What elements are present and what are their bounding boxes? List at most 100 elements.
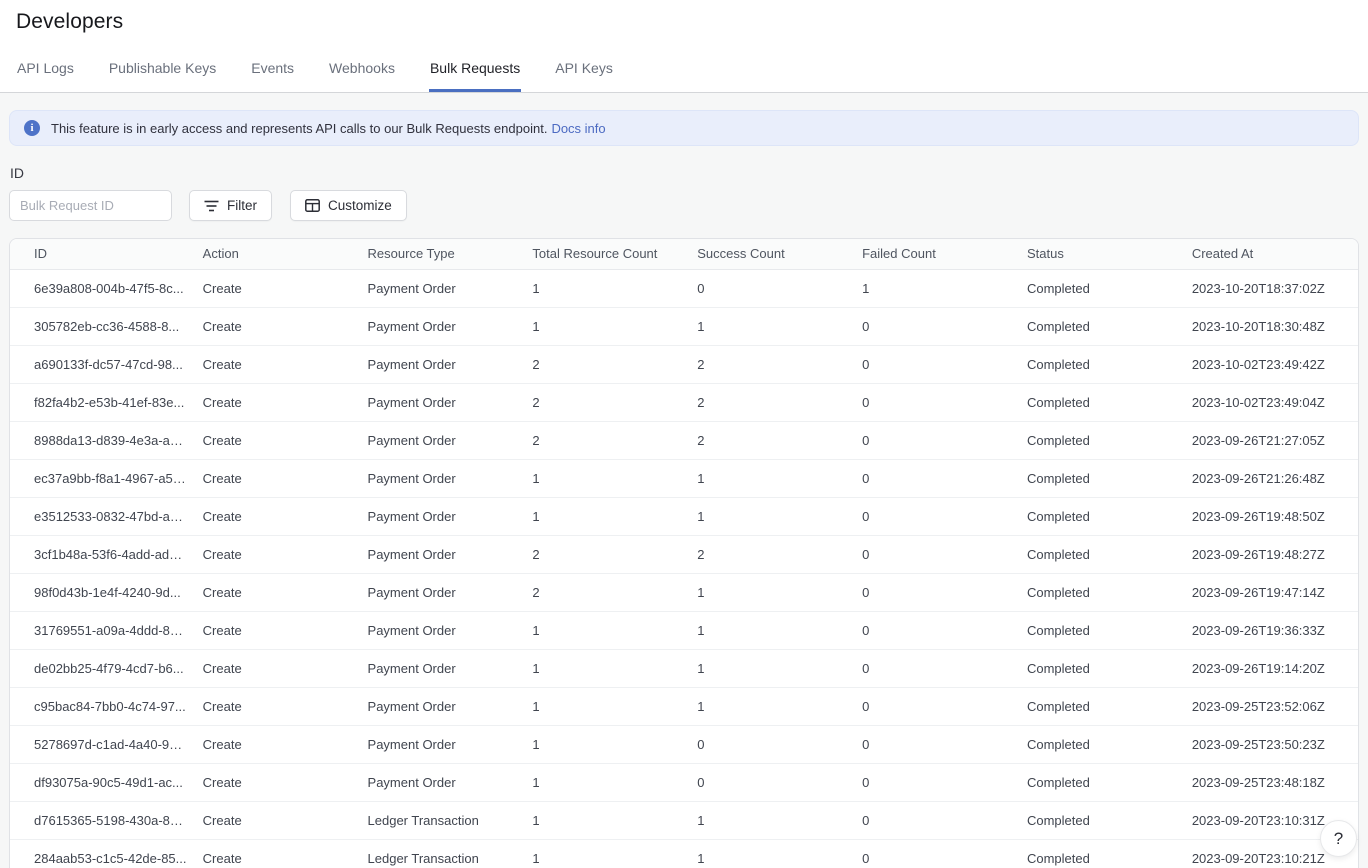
- table-cell: de02bb25-4f79-4cd7-b6...: [10, 649, 195, 687]
- tab-webhooks[interactable]: Webhooks: [328, 56, 396, 92]
- table-cell: 2023-10-02T23:49:42Z: [1184, 345, 1358, 383]
- docs-info-link[interactable]: Docs info: [551, 121, 605, 136]
- column-header: Status: [1019, 239, 1184, 269]
- table-cell: Payment Order: [360, 421, 525, 459]
- table-row[interactable]: ec37a9bb-f8a1-4967-a5a...CreatePayment O…: [10, 459, 1358, 497]
- table-cell: Create: [195, 611, 360, 649]
- table-cell: f82fa4b2-e53b-41ef-83e...: [10, 383, 195, 421]
- tab-api-logs[interactable]: API Logs: [16, 56, 75, 92]
- table-columns-icon: [305, 199, 320, 212]
- table-cell: 1: [854, 269, 1019, 307]
- table-cell: 0: [689, 763, 854, 801]
- table-cell: 2: [524, 345, 689, 383]
- column-header: Failed Count: [854, 239, 1019, 269]
- customize-button[interactable]: Customize: [290, 190, 407, 221]
- column-header: Created At: [1184, 239, 1358, 269]
- table-row[interactable]: e3512533-0832-47bd-a3...CreatePayment Or…: [10, 497, 1358, 535]
- table-cell: 305782eb-cc36-4588-8...: [10, 307, 195, 345]
- table-row[interactable]: 31769551-a09a-4ddd-86...CreatePayment Or…: [10, 611, 1358, 649]
- table-cell: c95bac84-7bb0-4c74-97...: [10, 687, 195, 725]
- table-cell: Completed: [1019, 269, 1184, 307]
- tab-api-keys[interactable]: API Keys: [554, 56, 614, 92]
- table-cell: Create: [195, 573, 360, 611]
- table-cell: Payment Order: [360, 497, 525, 535]
- table-cell: 1: [689, 459, 854, 497]
- table-cell: Completed: [1019, 307, 1184, 345]
- table-row[interactable]: 8988da13-d839-4e3a-ac...CreatePayment Or…: [10, 421, 1358, 459]
- table-cell: Create: [195, 649, 360, 687]
- table-row[interactable]: 98f0d43b-1e4f-4240-9d...CreatePayment Or…: [10, 573, 1358, 611]
- table-cell: Completed: [1019, 801, 1184, 839]
- table-cell: 1: [524, 497, 689, 535]
- table-cell: Completed: [1019, 611, 1184, 649]
- table-cell: 1: [524, 307, 689, 345]
- table-row[interactable]: 305782eb-cc36-4588-8...CreatePayment Ord…: [10, 307, 1358, 345]
- table-row[interactable]: de02bb25-4f79-4cd7-b6...CreatePayment Or…: [10, 649, 1358, 687]
- customize-button-label: Customize: [328, 198, 392, 213]
- filter-button[interactable]: Filter: [189, 190, 272, 221]
- table-cell: df93075a-90c5-49d1-ac...: [10, 763, 195, 801]
- page-title: Developers: [16, 10, 1352, 34]
- table-cell: 1: [689, 801, 854, 839]
- table-cell: Payment Order: [360, 307, 525, 345]
- table-row[interactable]: f82fa4b2-e53b-41ef-83e...CreatePayment O…: [10, 383, 1358, 421]
- table-row[interactable]: 5278697d-c1ad-4a40-96...CreatePayment Or…: [10, 725, 1358, 763]
- filter-button-label: Filter: [227, 198, 257, 213]
- table-cell: Payment Order: [360, 611, 525, 649]
- table-cell: Payment Order: [360, 763, 525, 801]
- table-cell: Completed: [1019, 687, 1184, 725]
- table-row[interactable]: 6e39a808-004b-47f5-8c...CreatePayment Or…: [10, 269, 1358, 307]
- table-cell: 2023-09-25T23:48:18Z: [1184, 763, 1358, 801]
- table-cell: Completed: [1019, 649, 1184, 687]
- table-cell: 1: [524, 839, 689, 868]
- table-cell: 2: [689, 535, 854, 573]
- table-cell: Completed: [1019, 421, 1184, 459]
- table-cell: Ledger Transaction: [360, 839, 525, 868]
- table-cell: Create: [195, 763, 360, 801]
- table-cell: 2: [689, 345, 854, 383]
- table-cell: Completed: [1019, 383, 1184, 421]
- question-mark-icon: ?: [1334, 829, 1343, 849]
- table-cell: Create: [195, 839, 360, 868]
- table-cell: 2: [524, 535, 689, 573]
- table-cell: 2: [524, 573, 689, 611]
- table-cell: 1: [689, 573, 854, 611]
- tab-bulk-requests[interactable]: Bulk Requests: [429, 56, 521, 92]
- table-cell: 31769551-a09a-4ddd-86...: [10, 611, 195, 649]
- column-header: Action: [195, 239, 360, 269]
- table-cell: 0: [854, 345, 1019, 383]
- table-cell: 0: [854, 497, 1019, 535]
- table-cell: d7615365-5198-430a-81...: [10, 801, 195, 839]
- table-cell: 2023-09-26T19:47:14Z: [1184, 573, 1358, 611]
- table-cell: 0: [854, 801, 1019, 839]
- table-cell: 2023-09-26T19:48:27Z: [1184, 535, 1358, 573]
- bulk-request-id-input[interactable]: [9, 190, 172, 221]
- info-icon: i: [24, 120, 40, 136]
- table-cell: 3cf1b48a-53f6-4add-ad0...: [10, 535, 195, 573]
- help-button[interactable]: ?: [1320, 820, 1357, 857]
- table-row[interactable]: a690133f-dc57-47cd-98...CreatePayment Or…: [10, 345, 1358, 383]
- table-cell: Ledger Transaction: [360, 801, 525, 839]
- tab-events[interactable]: Events: [250, 56, 295, 92]
- table-cell: Completed: [1019, 497, 1184, 535]
- table-body: 6e39a808-004b-47f5-8c...CreatePayment Or…: [10, 269, 1358, 868]
- table-cell: 2: [689, 383, 854, 421]
- table-cell: Completed: [1019, 459, 1184, 497]
- table-row[interactable]: df93075a-90c5-49d1-ac...CreatePayment Or…: [10, 763, 1358, 801]
- table-cell: 0: [854, 725, 1019, 763]
- table-cell: 1: [524, 611, 689, 649]
- table-row[interactable]: d7615365-5198-430a-81...CreateLedger Tra…: [10, 801, 1358, 839]
- table-cell: 1: [689, 497, 854, 535]
- table-cell: 1: [524, 725, 689, 763]
- table-cell: Create: [195, 269, 360, 307]
- table-cell: a690133f-dc57-47cd-98...: [10, 345, 195, 383]
- table-cell: Payment Order: [360, 459, 525, 497]
- tab-publishable-keys[interactable]: Publishable Keys: [108, 56, 217, 92]
- table-row[interactable]: c95bac84-7bb0-4c74-97...CreatePayment Or…: [10, 687, 1358, 725]
- table-cell: 1: [524, 687, 689, 725]
- table-cell: 2023-09-26T21:27:05Z: [1184, 421, 1358, 459]
- table-cell: 1: [689, 611, 854, 649]
- table-row[interactable]: 284aab53-c1c5-42de-85...CreateLedger Tra…: [10, 839, 1358, 868]
- table-row[interactable]: 3cf1b48a-53f6-4add-ad0...CreatePayment O…: [10, 535, 1358, 573]
- page-header: Developers API Logs Publishable Keys Event…: [0, 0, 1368, 92]
